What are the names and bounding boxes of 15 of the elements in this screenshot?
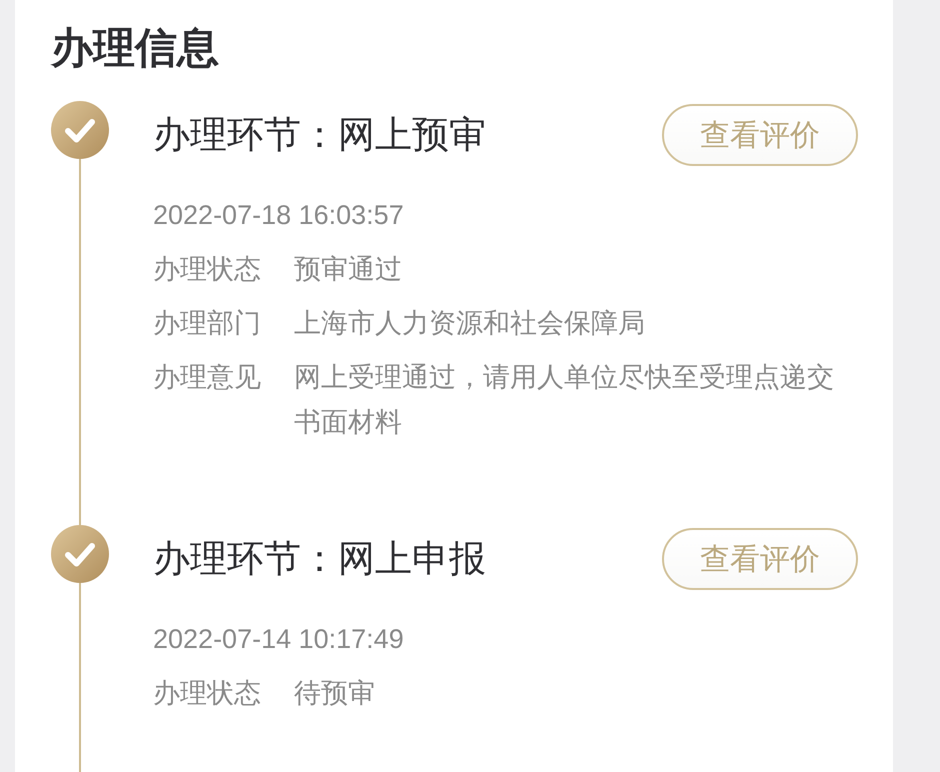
detail-label: 办理状态 bbox=[153, 253, 261, 286]
section-title: 办理信息 bbox=[51, 23, 219, 73]
detail-label: 办理意见 bbox=[153, 361, 261, 394]
detail-label: 办理状态 bbox=[153, 677, 261, 710]
detail-value: 待预审 bbox=[294, 677, 375, 710]
step-time: 2022-07-14 10:17:49 bbox=[153, 623, 404, 656]
view-rating-button[interactable]: 查看评价 bbox=[662, 104, 858, 166]
step-title: 办理环节：网上申报 bbox=[153, 537, 486, 581]
detail-value: 网上受理通过，请用人单位尽快至受理点递交书面材料 bbox=[294, 361, 835, 439]
detail-label: 办理部门 bbox=[153, 307, 261, 340]
step-time: 2022-07-18 16:03:57 bbox=[153, 199, 404, 232]
step-title: 办理环节：网上预审 bbox=[153, 113, 486, 157]
detail-value: 上海市人力资源和社会保障局 bbox=[294, 307, 645, 340]
view-rating-button[interactable]: 查看评价 bbox=[662, 528, 858, 590]
detail-value: 预审通过 bbox=[294, 253, 402, 286]
